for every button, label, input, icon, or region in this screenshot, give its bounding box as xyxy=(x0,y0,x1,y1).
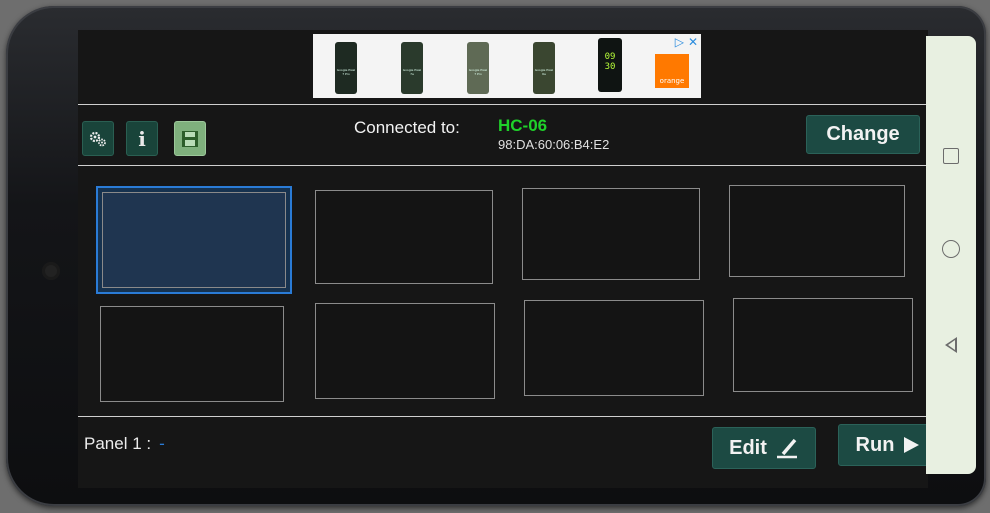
ad-phone-label: Google Pixel 7 Pro xyxy=(336,68,356,76)
divider xyxy=(78,165,928,166)
run-button[interactable]: Run xyxy=(838,424,928,466)
panel-status-value: - xyxy=(159,434,165,453)
front-camera xyxy=(42,262,60,280)
ad-choices-icon[interactable]: ▷ xyxy=(675,35,684,49)
ad-phone-label: Google Pixel 7 Pro xyxy=(468,68,488,76)
info-icon: i xyxy=(138,126,146,151)
change-button-label: Change xyxy=(826,123,900,145)
back-triangle-icon xyxy=(945,337,957,353)
ad-phone-image-3: Google Pixel 7 Pro xyxy=(467,42,489,94)
ad-phone-label: Google Pixel 6a xyxy=(534,68,554,76)
info-button[interactable]: i xyxy=(126,121,158,156)
device-name: HC-06 xyxy=(498,116,548,135)
panel-status-label: Panel 1 : xyxy=(84,434,152,453)
circle-icon xyxy=(942,240,960,258)
ad-close-icon[interactable]: ✕ xyxy=(688,35,698,49)
app-screen: Google Pixel 7 Pro Google Pixel 7a Googl… xyxy=(78,30,928,488)
home-button[interactable] xyxy=(926,234,976,264)
settings-button[interactable] xyxy=(82,121,114,156)
ad-orange-logo: orange xyxy=(655,54,689,88)
divider xyxy=(78,416,928,417)
run-button-label: Run xyxy=(855,433,895,456)
connected-label: Connected to: xyxy=(354,118,460,137)
edit-button[interactable]: Edit xyxy=(712,427,816,469)
ad-phone-label: Google Pixel 7a xyxy=(402,68,422,76)
ad-phone-image-4: Google Pixel 6a xyxy=(533,42,555,94)
device-mac-address: 98:DA:60:06:B4:E2 xyxy=(498,137,610,152)
change-button[interactable]: Change xyxy=(806,115,920,154)
ad-phone-image-2: Google Pixel 7a xyxy=(401,42,423,94)
gears-icon xyxy=(89,131,106,146)
panel-slot-2[interactable] xyxy=(315,190,493,284)
ad-phone-image-1: Google Pixel 7 Pro xyxy=(335,42,357,94)
ad-clock-phone: 09 30 xyxy=(598,38,622,92)
recent-apps-button[interactable] xyxy=(926,141,976,171)
panel-slot-6[interactable] xyxy=(315,303,495,399)
divider xyxy=(78,104,928,105)
play-icon xyxy=(904,437,920,453)
android-nav-bar xyxy=(926,36,976,474)
ad-banner[interactable]: Google Pixel 7 Pro Google Pixel 7a Googl… xyxy=(313,34,701,98)
back-button[interactable] xyxy=(926,330,976,360)
panel-slot-7[interactable] xyxy=(524,300,704,396)
pencil-icon xyxy=(776,438,797,459)
panel-slot-1[interactable] xyxy=(96,186,292,294)
save-icon xyxy=(182,130,198,147)
panel-slot-5[interactable] xyxy=(100,306,284,402)
edit-button-label: Edit xyxy=(729,436,767,459)
save-button[interactable] xyxy=(174,121,206,156)
panel-slot-3[interactable] xyxy=(522,188,700,280)
panel-status: Panel 1 :- xyxy=(84,434,165,454)
ad-choices[interactable]: ▷ ✕ xyxy=(666,35,698,49)
panel-slot-8[interactable] xyxy=(733,298,913,392)
panel-slot-4[interactable] xyxy=(729,185,905,277)
square-icon xyxy=(943,148,959,164)
